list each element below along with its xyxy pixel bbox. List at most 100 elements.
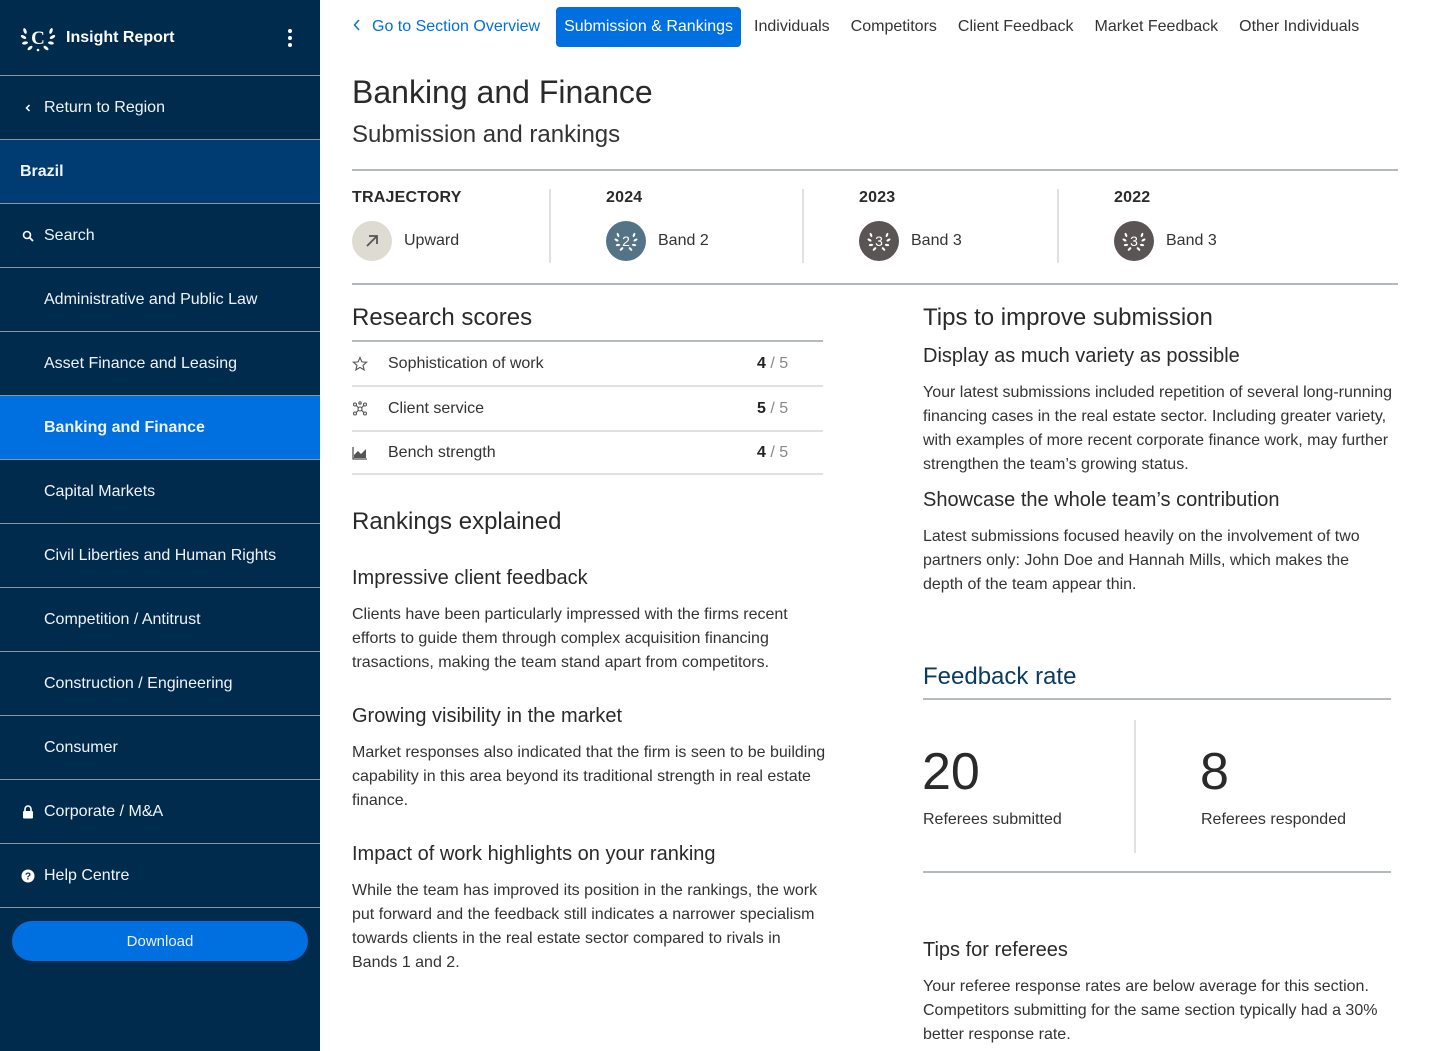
section-tabs: Go to Section Overview Submission & Rank… xyxy=(352,7,1440,47)
region-label: Brazil xyxy=(20,162,64,180)
divider xyxy=(923,871,1391,873)
sidebar-item-asset-finance-leasing[interactable]: Asset Finance and Leasing xyxy=(0,332,320,396)
year-stat-2023: 2023 3 Band 3 xyxy=(859,189,962,263)
referees-responded-count: 8 xyxy=(1200,743,1229,801)
tip-heading: Showcase the whole team’s contribution xyxy=(923,489,1280,511)
score-row: Client service 5 / 5 xyxy=(352,387,823,432)
sidebar-search[interactable]: Search xyxy=(0,204,320,268)
score-value: 5 / 5 xyxy=(757,399,789,417)
tab-client-feedback[interactable]: Client Feedback xyxy=(950,7,1082,47)
sidebar-item-capital-markets[interactable]: Capital Markets xyxy=(0,460,320,524)
ranking-body: Clients have been particularly impressed… xyxy=(352,606,788,671)
divider xyxy=(1134,720,1136,853)
laurel-band-icon: 3 xyxy=(1114,221,1154,261)
referees-submitted-count: 20 xyxy=(922,743,980,801)
go-to-section-overview-link[interactable]: Go to Section Overview xyxy=(352,18,540,37)
divider xyxy=(1057,189,1059,263)
area-chart-icon xyxy=(352,445,368,461)
year-stat-2024: 2024 2 Band 2 xyxy=(606,189,709,263)
help-icon: ? xyxy=(20,868,36,884)
sidebar-item-label: Consumer xyxy=(44,738,118,756)
tab-individuals[interactable]: Individuals xyxy=(746,7,838,47)
app-title: Insight Report xyxy=(66,28,175,46)
tip-heading: Display as much variety as possible xyxy=(923,345,1240,367)
lock-icon xyxy=(20,804,36,820)
ranking-heading: Impact of work highlights on your rankin… xyxy=(352,843,716,865)
tip-body: Your latest submissions included repetit… xyxy=(923,384,1393,473)
score-name: Sophistication of work xyxy=(388,354,544,372)
svg-text:C: C xyxy=(31,28,45,49)
sidebar-item-label: Construction / Engineering xyxy=(44,674,233,692)
laurel-band-icon: 3 xyxy=(859,221,899,261)
year-label: 2024 xyxy=(606,189,643,206)
page-subtitle: Submission and rankings xyxy=(352,121,621,148)
page-title: Banking and Finance xyxy=(352,74,653,110)
sidebar-item-civil-liberties[interactable]: Civil Liberties and Human Rights xyxy=(0,524,320,588)
sidebar-item-administrative-public-law[interactable]: Administrative and Public Law xyxy=(0,268,320,332)
svg-text:3: 3 xyxy=(875,233,883,249)
trajectory-value: Upward xyxy=(404,232,460,249)
sidebar-item-consumer[interactable]: Consumer xyxy=(0,716,320,780)
logo-icon: C xyxy=(20,23,56,53)
divider xyxy=(352,283,1398,285)
sidebar-item-corporate-ma[interactable]: Corporate / M&A xyxy=(0,780,320,844)
band-value: Band 2 xyxy=(658,232,709,249)
sidebar-item-competition-antitrust[interactable]: Competition / Antitrust xyxy=(0,588,320,652)
search-label: Search xyxy=(44,226,95,244)
sidebar-item-label: Banking and Finance xyxy=(44,418,205,436)
ranking-body: While the team has improved its position… xyxy=(352,882,818,971)
sidebar-header: C Insight Report xyxy=(0,0,320,76)
tip-body: Latest submissions focused heavily on th… xyxy=(923,528,1360,593)
tab-market-feedback[interactable]: Market Feedback xyxy=(1087,7,1227,47)
sidebar-item-label: Administrative and Public Law xyxy=(44,290,258,308)
year-label: 2023 xyxy=(859,189,896,206)
region-header[interactable]: Brazil xyxy=(0,140,320,204)
ranking-heading: Impressive client feedback xyxy=(352,567,588,589)
score-name: Bench strength xyxy=(388,443,496,461)
help-centre-label: Help Centre xyxy=(44,866,130,884)
svg-text:?: ? xyxy=(25,871,31,882)
network-icon xyxy=(352,400,368,417)
sidebar-item-label: Competition / Antitrust xyxy=(44,610,201,628)
chevron-left-icon xyxy=(352,18,362,37)
score-value: 4 / 5 xyxy=(757,354,789,372)
sidebar-item-banking-finance[interactable]: Banking and Finance xyxy=(0,396,320,460)
band-value: Band 3 xyxy=(1166,232,1217,249)
sidebar-item-label: Civil Liberties and Human Rights xyxy=(44,546,277,564)
sidebar: C Insight Report Return to Region Brazil… xyxy=(0,0,320,1051)
score-name: Client service xyxy=(388,399,485,417)
sidebar-item-label: Asset Finance and Leasing xyxy=(44,354,238,372)
tab-other-individuals[interactable]: Other Individuals xyxy=(1231,7,1367,47)
referees-responded-label: Referees responded xyxy=(1201,811,1346,828)
return-to-region-label: Return to Region xyxy=(44,98,165,116)
download-button[interactable]: Download xyxy=(12,921,308,961)
tab-submission-rankings[interactable]: Submission & Rankings xyxy=(556,7,742,47)
arrow-up-right-icon xyxy=(352,221,392,261)
divider xyxy=(352,169,1398,171)
tab-competitors[interactable]: Competitors xyxy=(843,7,945,47)
svg-text:2: 2 xyxy=(622,233,630,249)
trajectory-label: TRAJECTORY xyxy=(352,189,462,206)
referee-tips-body: Your referee response rates are below av… xyxy=(923,978,1378,1043)
sidebar-item-construction-engineering[interactable]: Construction / Engineering xyxy=(0,652,320,716)
star-icon xyxy=(352,355,368,372)
research-scores-title: Research scores xyxy=(352,304,533,331)
divider xyxy=(923,698,1391,700)
sidebar-item-label: Capital Markets xyxy=(44,482,156,500)
main-content: Go to Section Overview Submission & Rank… xyxy=(320,0,1440,1051)
ranking-heading: Growing visibility in the market xyxy=(352,705,623,727)
referees-submitted-label: Referees submitted xyxy=(923,811,1062,828)
chevron-left-icon xyxy=(20,100,36,116)
score-row: Sophistication of work 4 / 5 xyxy=(352,342,823,387)
feedback-rate-title: Feedback rate xyxy=(923,663,1077,690)
score-value: 4 / 5 xyxy=(757,443,789,461)
back-link-label: Go to Section Overview xyxy=(372,18,541,35)
more-options-icon[interactable] xyxy=(280,26,300,50)
svg-text:3: 3 xyxy=(1130,233,1138,249)
return-to-region-link[interactable]: Return to Region xyxy=(0,76,320,140)
tips-title: Tips to improve submission xyxy=(923,304,1213,331)
sidebar-item-label: Corporate / M&A xyxy=(44,802,164,820)
year-label: 2022 xyxy=(1114,189,1151,206)
band-value: Band 3 xyxy=(911,232,962,249)
sidebar-help-centre[interactable]: ? Help Centre xyxy=(0,844,320,908)
